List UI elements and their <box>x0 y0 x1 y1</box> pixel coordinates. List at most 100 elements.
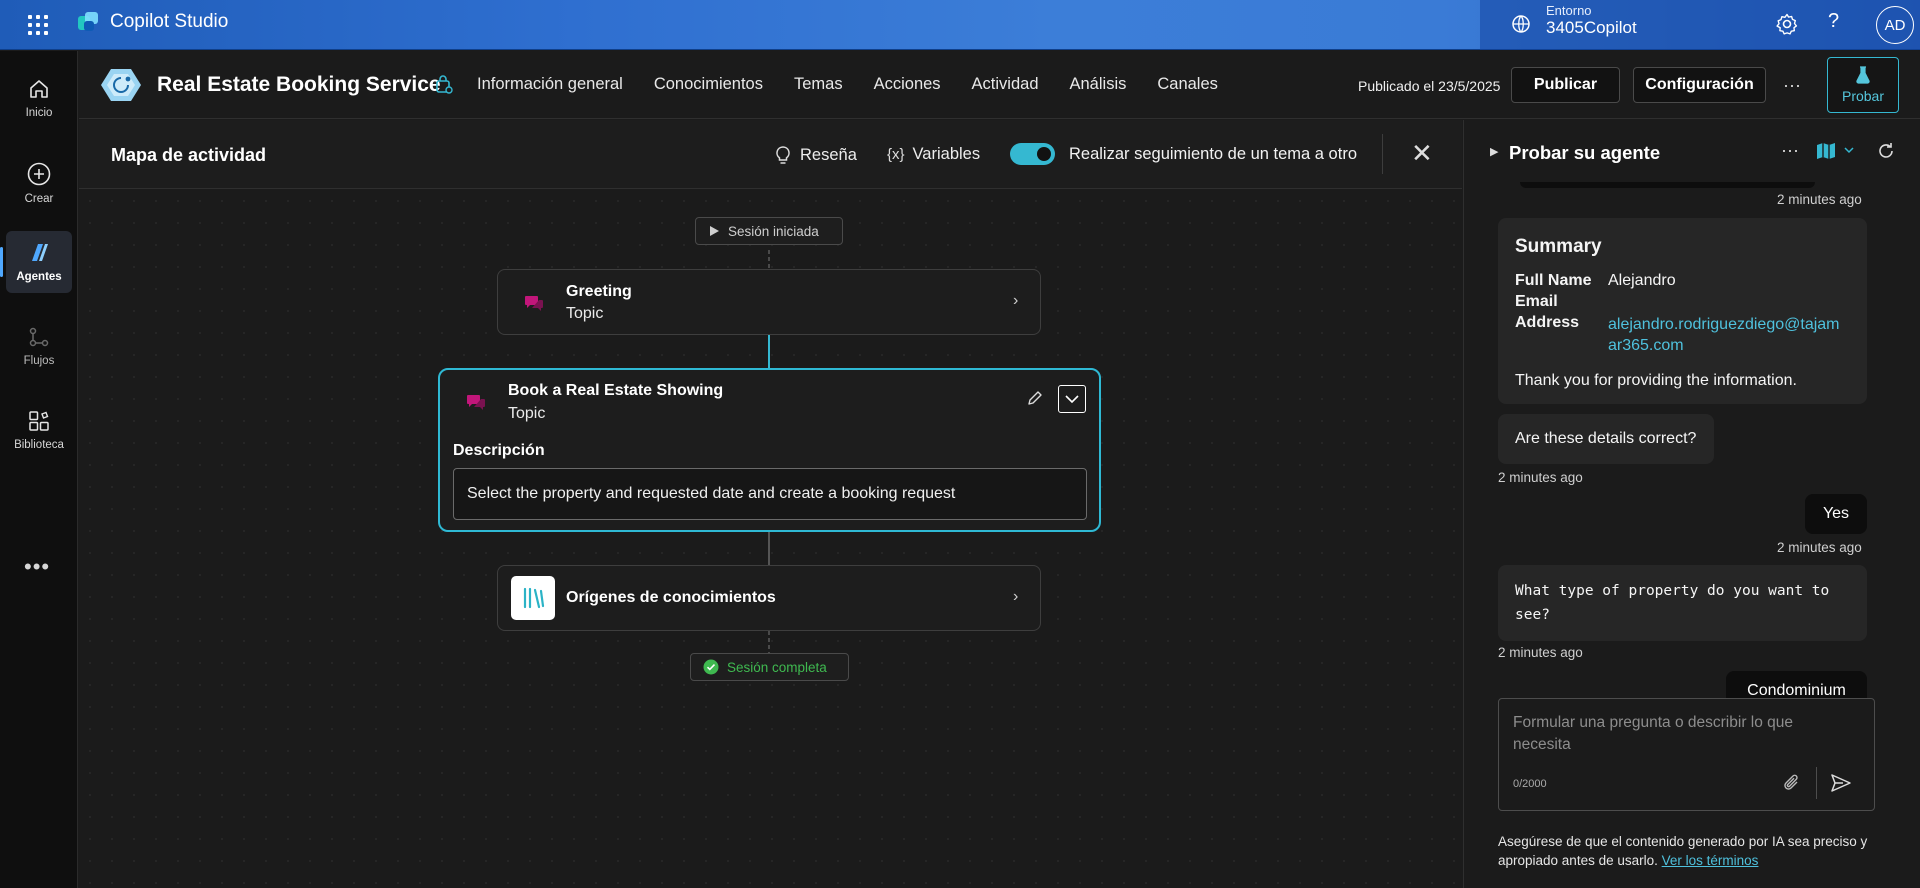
panel-more-options-icon[interactable]: ··· <box>1781 140 1799 161</box>
tab-conocimientos[interactable]: Conocimientos <box>654 75 763 94</box>
rail-item-biblioteca[interactable]: Biblioteca <box>6 399 72 461</box>
email-line-1: alejandro.rodriguezdiego@tajam <box>1608 316 1840 333</box>
play-icon <box>710 226 719 236</box>
library-icon <box>29 411 49 431</box>
attach-paperclip-icon[interactable] <box>1783 774 1801 792</box>
agent-status-icon[interactable] <box>434 75 454 95</box>
tab-analisis[interactable]: Análisis <box>1070 75 1127 94</box>
home-icon <box>30 80 48 98</box>
publish-button[interactable]: Publicar <box>1511 67 1620 103</box>
published-date: Publicado el 23/5/2025 <box>1358 78 1501 94</box>
knowledge-sources-node[interactable]: Orígenes de conocimientos › <box>497 565 1041 631</box>
variables-button[interactable]: {x} Variables <box>887 145 980 164</box>
environment-icon <box>1512 15 1530 33</box>
message-timestamp: 2 minutes ago <box>1498 470 1583 485</box>
review-button[interactable]: Reseña <box>774 145 857 165</box>
email-address-link[interactable]: alejandro.rodriguezdiego@tajam ar365.com <box>1608 314 1840 356</box>
session-started-label: Sesión iniciada <box>728 223 819 239</box>
lightbulb-icon <box>776 146 790 164</box>
expand-caret-icon[interactable]: ▶ <box>1490 145 1498 158</box>
message-timestamp: 2 minutes ago <box>1777 192 1862 207</box>
test-agent-panel: ▶ Probar su agente ··· 2 minutes ago Sum… <box>1463 120 1920 888</box>
previous-user-message <box>1520 182 1815 188</box>
session-started-pill: Sesión iniciada <box>695 217 843 245</box>
rail-item-label: Biblioteca <box>14 439 64 451</box>
email-key: Email <box>1515 293 1558 310</box>
agent-nav-tabs: Información general Conocimientos Temas … <box>477 75 1218 94</box>
session-complete-label: Sesión completa <box>727 659 827 675</box>
session-complete-pill: Sesión completa <box>690 653 849 681</box>
rail-item-agentes[interactable]: Agentes <box>0 231 72 293</box>
collapse-chevron-down-icon[interactable] <box>1058 385 1086 413</box>
refresh-icon[interactable] <box>1876 141 1896 161</box>
rail-item-crear[interactable]: Crear <box>6 152 72 214</box>
close-icon[interactable]: ✕ <box>1411 138 1433 169</box>
left-navigation-rail: Inicio Crear Agentes Flujos Biblioteca •… <box>0 51 78 888</box>
node-subtitle: Topic <box>508 405 546 422</box>
user-avatar[interactable]: AD <box>1876 6 1914 44</box>
test-agent-label: Probar <box>1841 88 1885 104</box>
tab-acciones[interactable]: Acciones <box>874 75 941 94</box>
chevron-right-icon[interactable]: › <box>1013 588 1018 606</box>
review-label: Reseña <box>800 145 857 164</box>
more-options-icon[interactable]: ··· <box>1783 75 1801 96</box>
chevron-down-icon[interactable] <box>1844 147 1854 154</box>
topic-chat-icon <box>525 296 543 311</box>
node-title: Greeting <box>566 283 632 300</box>
knowledge-books-icon <box>511 576 555 620</box>
booking-topic-node[interactable]: Book a Real Estate Showing Topic Descrip… <box>438 368 1101 532</box>
copilot-studio-logo-icon <box>78 12 100 32</box>
message-line: What type of property do you want to <box>1515 583 1830 599</box>
test-panel-header: ▶ Probar su agente ··· <box>1464 120 1920 182</box>
help-icon[interactable]: ? <box>1828 10 1839 33</box>
track-topics-toggle[interactable] <box>1010 143 1055 165</box>
divider <box>1816 767 1817 799</box>
rail-more-icon[interactable]: ••• <box>24 554 50 580</box>
tab-canales[interactable]: Canales <box>1157 75 1218 94</box>
chat-input-placeholder[interactable]: Formular una pregunta o describir lo que… <box>1513 712 1813 756</box>
tab-informacion-general[interactable]: Información general <box>477 75 623 94</box>
rail-item-flujos[interactable]: Flujos <box>6 315 72 377</box>
agent-avatar-icon <box>101 69 141 101</box>
chat-composer[interactable]: Formular una pregunta o describir lo que… <box>1498 698 1875 811</box>
environment-value: 3405Copilot <box>1546 18 1637 37</box>
topic-chat-icon <box>467 395 485 410</box>
rail-item-label: Agentes <box>16 271 62 283</box>
summary-title: Summary <box>1515 236 1602 257</box>
tab-actividad[interactable]: Actividad <box>972 75 1039 94</box>
thanks-text: Thank you for providing the information. <box>1515 372 1797 389</box>
greeting-topic-node[interactable]: Greeting Topic › <box>497 269 1041 335</box>
activity-map-icon[interactable] <box>1816 142 1836 160</box>
agent-header: Real Estate Booking Service Información … <box>79 51 1920 119</box>
activity-map-title: Mapa de actividad <box>111 145 267 165</box>
message-timestamp: 2 minutes ago <box>1777 540 1862 555</box>
user-message: Yes <box>1805 494 1867 534</box>
tab-temas[interactable]: Temas <box>794 75 843 94</box>
flows-icon <box>29 327 49 347</box>
description-label: Descripción <box>453 442 545 459</box>
activity-map-canvas: Sesión iniciada Greeting Topic › Book a … <box>79 190 1462 888</box>
plus-circle-icon <box>27 162 51 186</box>
variables-label: Variables <box>912 145 981 163</box>
send-icon[interactable] <box>1830 773 1852 793</box>
app-launcher-icon[interactable] <box>26 13 50 37</box>
bot-message: What type of property do you want to see… <box>1498 565 1867 641</box>
app-brand[interactable]: Copilot Studio <box>78 11 228 33</box>
activity-map-header: Mapa de actividad Reseña {x} Variables R… <box>79 120 1462 189</box>
configuration-button[interactable]: Configuración <box>1633 67 1766 103</box>
chevron-right-icon[interactable]: › <box>1013 292 1018 310</box>
settings-gear-icon[interactable] <box>1775 12 1799 36</box>
environment-switcher[interactable]: Entorno 3405Copilot ? AD <box>1480 0 1920 50</box>
full-name-value: Alejandro <box>1608 272 1676 289</box>
test-panel-title: Probar su agente <box>1509 142 1661 163</box>
rail-item-label: Inicio <box>25 107 53 119</box>
chat-transcript: 2 minutes ago Summary Full Name Alejandr… <box>1464 182 1920 700</box>
character-counter: 0/2000 <box>1513 778 1547 790</box>
terms-link[interactable]: Ver los términos <box>1662 853 1759 868</box>
test-agent-button[interactable]: Probar <box>1827 57 1899 113</box>
message-timestamp: 2 minutes ago <box>1498 645 1583 660</box>
description-field[interactable]: Select the property and requested date a… <box>453 468 1087 520</box>
app-name: Copilot Studio <box>110 11 229 32</box>
rail-item-inicio[interactable]: Inicio <box>6 67 72 129</box>
edit-pencil-icon[interactable] <box>1026 389 1044 407</box>
